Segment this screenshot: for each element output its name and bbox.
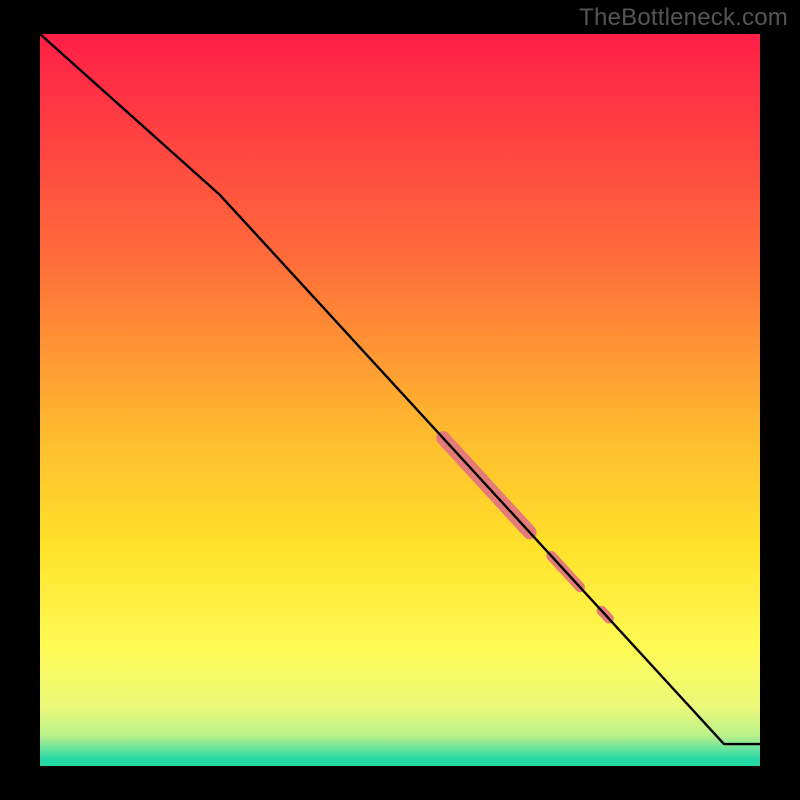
- plot-background: [40, 34, 760, 766]
- watermark-text: TheBottleneck.com: [579, 4, 788, 32]
- chart-stage: TheBottleneck.com: [0, 0, 800, 800]
- chart-svg: [0, 0, 800, 800]
